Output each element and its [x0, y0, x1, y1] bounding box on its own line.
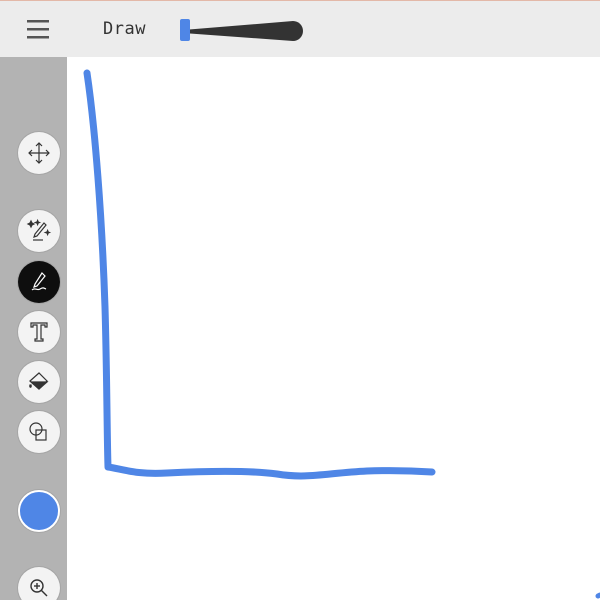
zoom-tool-button[interactable] — [18, 567, 60, 600]
hamburger-menu-icon — [27, 20, 49, 39]
shapes-tool-button[interactable] — [18, 411, 60, 453]
drawn-stroke — [83, 69, 436, 480]
drawing-canvas[interactable] — [67, 57, 600, 600]
fill-tool-button[interactable] — [18, 361, 60, 403]
magic-pen-tool-button[interactable] — [18, 210, 60, 252]
shapes-icon — [29, 422, 47, 441]
move-tool-button[interactable] — [18, 132, 60, 174]
slider-thumb[interactable] — [180, 19, 190, 41]
color-picker-button[interactable] — [18, 490, 60, 532]
paint-bucket-icon — [29, 372, 49, 390]
pen-icon — [31, 272, 47, 291]
magic-pen-icon — [26, 218, 52, 241]
zoom-in-icon — [30, 579, 48, 597]
menu-button[interactable] — [22, 15, 56, 43]
pen-tool-button[interactable] — [18, 261, 60, 303]
top-bar: Draw — [0, 0, 600, 57]
text-tool-button[interactable] — [18, 311, 60, 353]
brush-size-slider[interactable] — [175, 16, 305, 46]
text-icon — [30, 322, 48, 342]
tool-sidebar — [0, 57, 67, 600]
move-arrows-icon — [28, 142, 50, 164]
app-title: Draw — [103, 19, 146, 39]
